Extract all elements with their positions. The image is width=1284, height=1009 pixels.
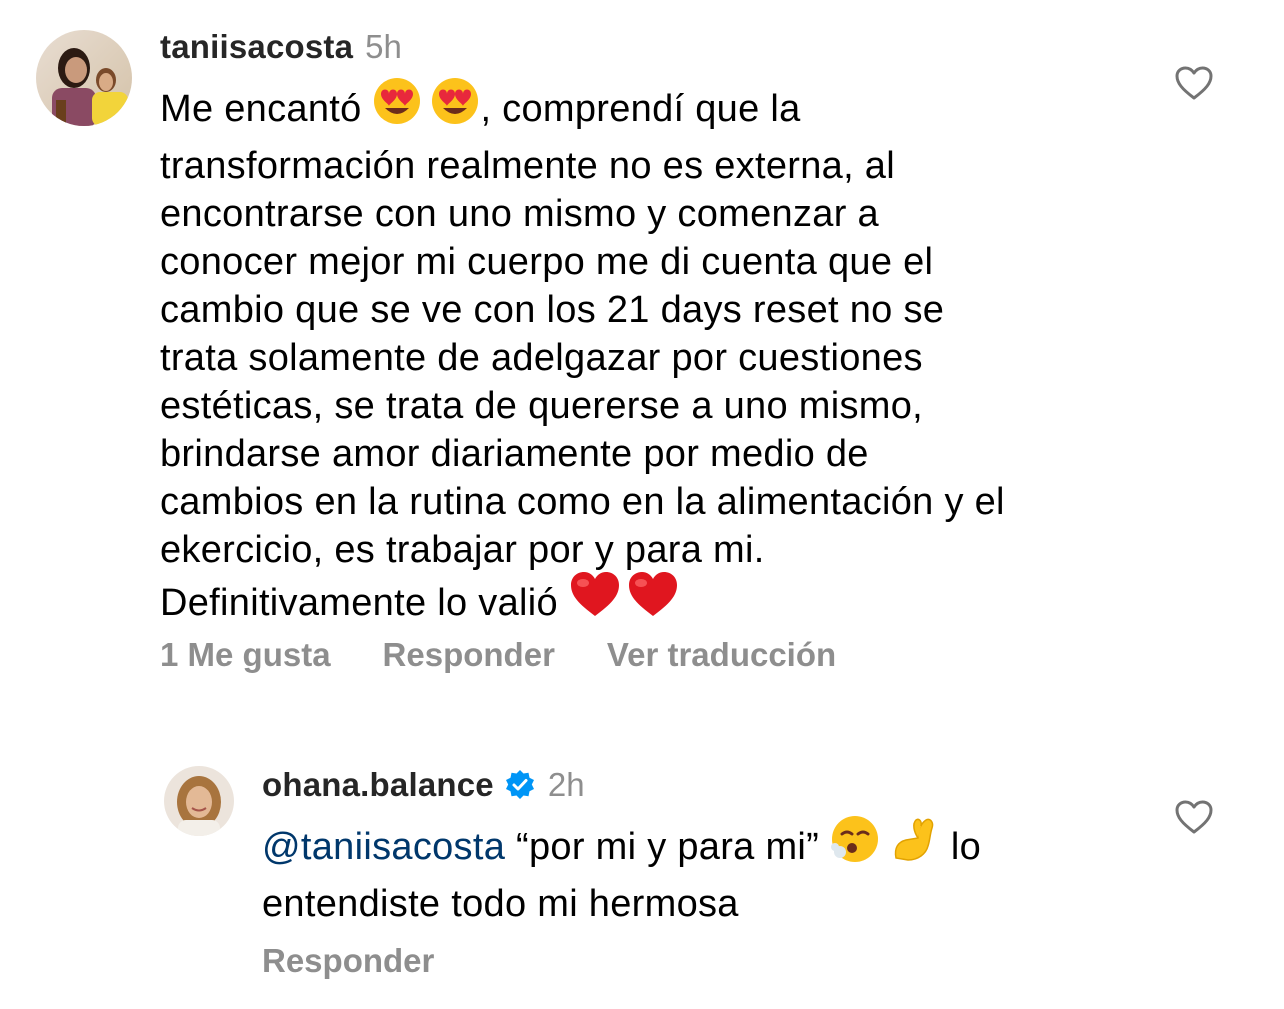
comment-ohana-balance: ohana.balance 2h @taniisacosta “por mi y… (0, 740, 1284, 1009)
comment-line: entendiste todo mi hermosa (262, 883, 739, 925)
avatar-photo (36, 30, 132, 126)
comment-line: encontrarse con uno mismo y comenzar a (160, 193, 879, 235)
like-button[interactable] (1174, 798, 1214, 838)
username[interactable]: taniisacosta (160, 28, 353, 66)
comment-text: Me encantó , comprendí que la transforma… (160, 78, 1160, 636)
comment-actions: 1 Me gusta Responder Ver traducción (160, 636, 836, 674)
likes-count[interactable]: 1 Me gusta (160, 636, 331, 674)
like-button[interactable] (1174, 64, 1214, 104)
verified-badge-icon (504, 769, 536, 801)
comment-line: cambio que se ve con los 21 days reset n… (160, 289, 945, 331)
comment-line: Me encantó , comprendí que la (160, 78, 1160, 142)
heart-outline-icon (1175, 800, 1213, 834)
comment-line: brindarse amor diariamente por medio de (160, 433, 869, 475)
red-heart-emoji (627, 570, 679, 632)
avatar-photo (164, 766, 234, 836)
heart-outline-icon (1175, 66, 1213, 100)
comment-taniisacosta: taniisacosta 5h Me encantó , comprendí q (0, 0, 1284, 700)
comment-header: ohana.balance 2h (262, 764, 585, 806)
comment-line: @taniisacosta “por mi y para mi” lo (262, 816, 1142, 880)
comment-line: cambios en la rutina como en la alimenta… (160, 481, 1005, 523)
timestamp: 5h (365, 28, 402, 65)
comment-line: Definitivamente lo valió (160, 572, 1160, 636)
heart-eyes-emoji (430, 76, 480, 138)
comment-line: ekercicio, es trabajar por y para mi. (160, 529, 765, 571)
translate-button[interactable]: Ver traducción (607, 636, 836, 674)
mention-link[interactable]: @taniisacosta (262, 826, 505, 868)
reply-button[interactable]: Responder (383, 636, 555, 674)
face-exhaling-emoji (830, 814, 880, 876)
comment-header: taniisacosta 5h (160, 26, 402, 68)
comment-text: @taniisacosta “por mi y para mi” lo ente… (262, 816, 1142, 928)
comment-line: transformación realmente no es externa, … (160, 145, 895, 187)
heart-eyes-emoji (372, 76, 422, 138)
username[interactable]: ohana.balance (262, 766, 494, 804)
avatar[interactable] (36, 30, 132, 126)
pinching-hand-emoji (888, 814, 940, 876)
comment-line: trata solamente de adelgazar por cuestio… (160, 337, 923, 379)
reply-button[interactable]: Responder (262, 942, 434, 980)
red-heart-emoji (569, 570, 621, 632)
comment-actions: Responder (262, 942, 434, 980)
avatar[interactable] (164, 766, 234, 836)
comment-line: conocer mejor mi cuerpo me di cuenta que… (160, 241, 934, 283)
timestamp: 2h (547, 766, 585, 803)
comment-line: estéticas, se trata de quererse a uno mi… (160, 385, 924, 427)
